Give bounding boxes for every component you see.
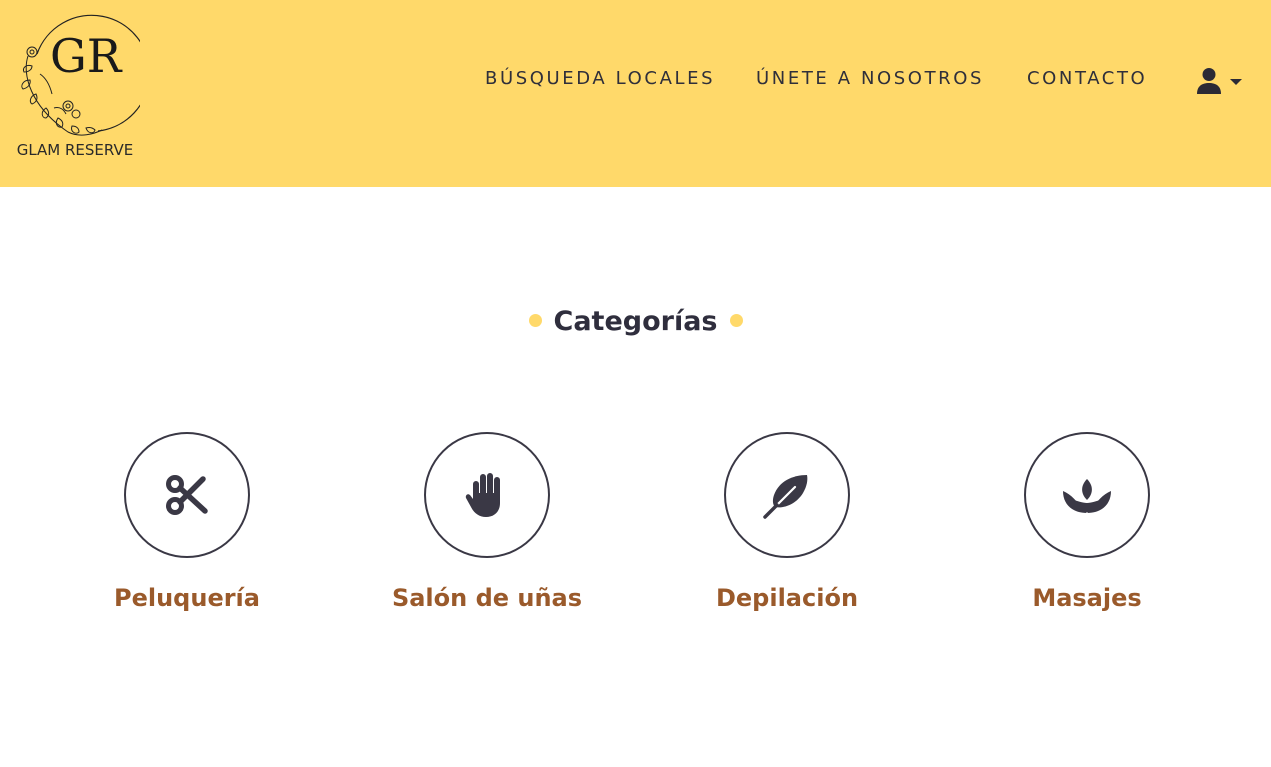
nav-busqueda-locales[interactable]: BÚSQUEDA LOCALES: [485, 68, 715, 94]
user-icon: [1197, 68, 1221, 94]
category-icon-circle: [424, 432, 550, 558]
site-header: GR GLAM RESERVE BÚSQUEDA LOCALES ÚNETE A…: [0, 0, 1271, 187]
category-depilacion[interactable]: Depilación: [637, 432, 937, 612]
category-masajes[interactable]: Masajes: [937, 432, 1237, 612]
category-icon-circle: [724, 432, 850, 558]
caret-down-icon: [1230, 79, 1242, 85]
heading-dot-left: [528, 314, 542, 327]
user-menu-button[interactable]: [1196, 67, 1246, 97]
brand-logo[interactable]: GR GLAM RESERVE: [10, 14, 145, 164]
hand-icon: [465, 473, 500, 517]
category-label: Peluquería: [114, 584, 260, 612]
logo-monogram: GR: [50, 29, 123, 83]
logo-emblem-icon: GR: [21, 14, 140, 136]
categories-title: Categorías: [553, 306, 718, 337]
category-peluqueria[interactable]: Peluquería: [37, 432, 337, 612]
categories-heading: Categorías: [0, 306, 1271, 337]
scissors-icon: [166, 475, 208, 515]
feather-icon: [763, 475, 808, 519]
nav-unete-a-nosotros[interactable]: ÚNETE A NOSOTROS: [756, 68, 984, 94]
heading-dot-right: [729, 314, 743, 327]
lotus-icon: [1063, 479, 1111, 513]
brand-name: GLAM RESERVE: [16, 141, 134, 159]
category-label: Salón de uñas: [391, 584, 583, 612]
category-icon-circle: [124, 432, 250, 558]
nav-contacto[interactable]: CONTACTO: [1027, 68, 1147, 94]
category-icon-circle: [1024, 432, 1150, 558]
category-label: Masajes: [1032, 584, 1142, 612]
category-label: Depilación: [715, 584, 859, 612]
category-salon-de-unas[interactable]: Salón de uñas: [337, 432, 637, 612]
